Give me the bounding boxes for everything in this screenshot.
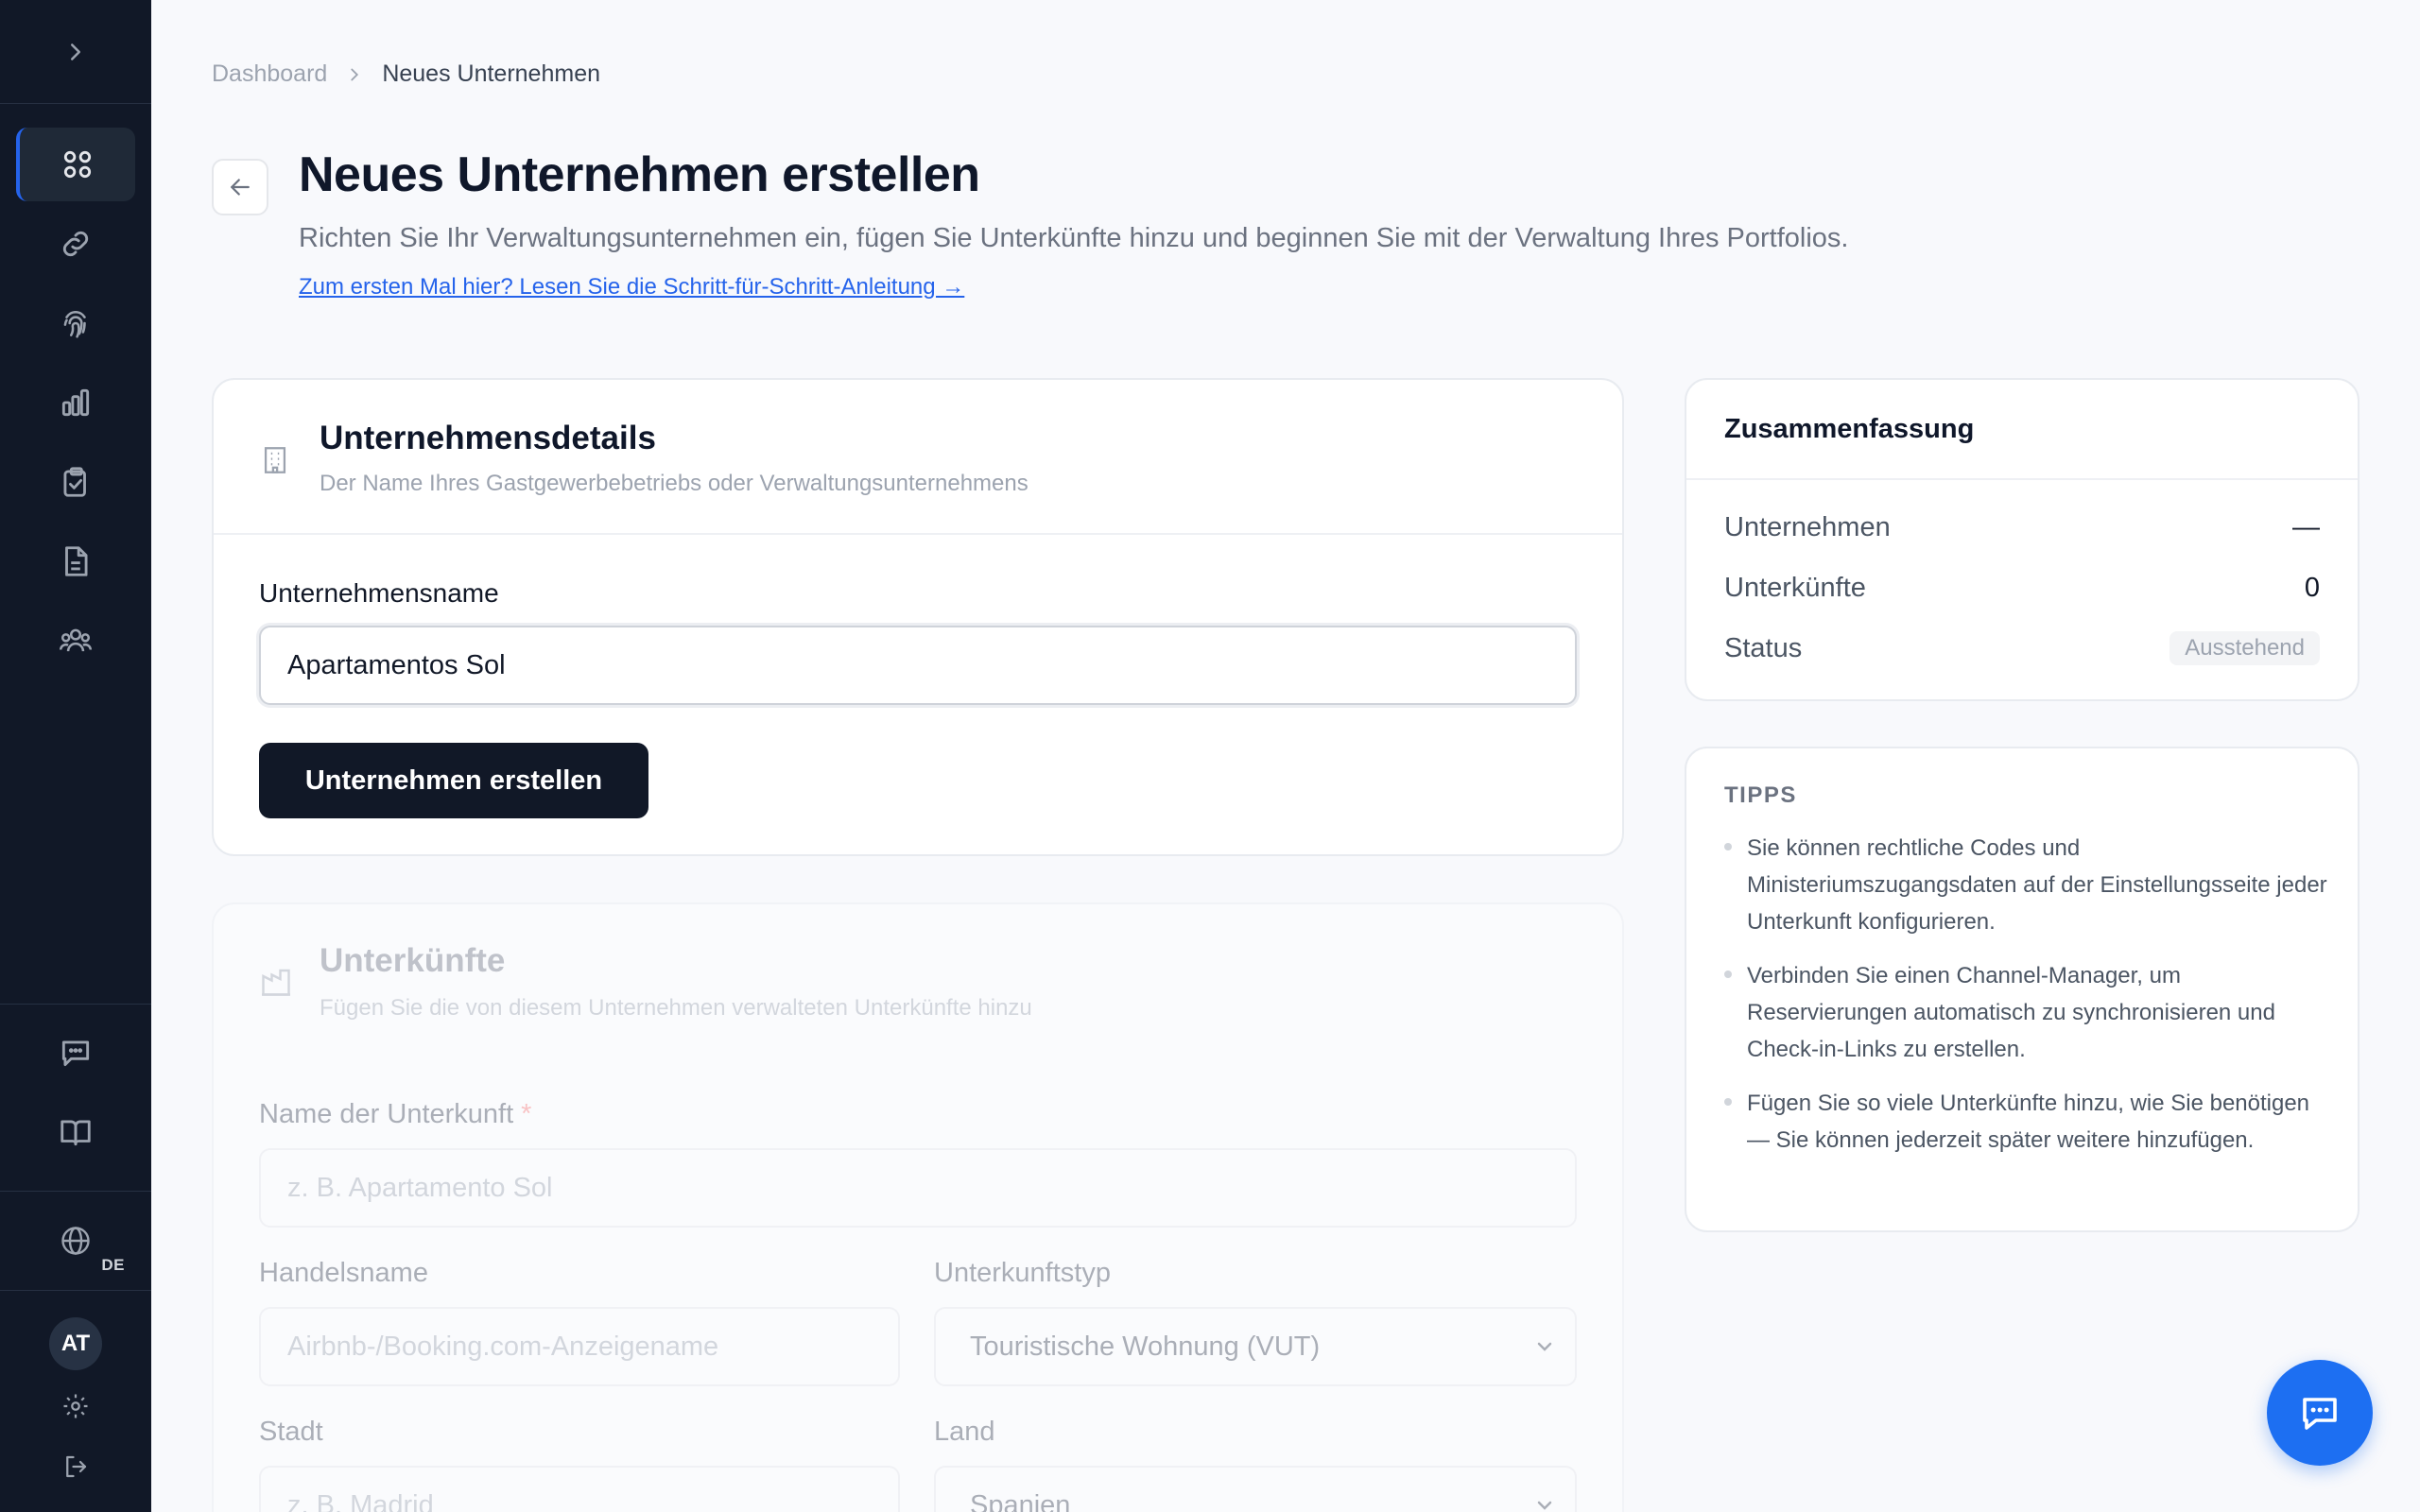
chat-icon xyxy=(2303,1398,2337,1430)
sidebar-help-group xyxy=(0,1004,151,1175)
sidebar-item-documents[interactable] xyxy=(16,524,135,598)
chat-icon xyxy=(61,1040,90,1067)
sidebar-item-team[interactable] xyxy=(16,604,135,678)
hotel-icon xyxy=(262,969,290,996)
logout-icon xyxy=(66,1455,87,1478)
language-code: DE xyxy=(101,1256,125,1274)
sidebar-item-links[interactable] xyxy=(16,207,135,281)
tips-list: Sie können rechtliche Codes und Minister… xyxy=(1724,830,2329,1176)
fingerprint-icon xyxy=(63,311,86,338)
properties-card: Unterkünfte Fügen Sie die von diesem Unt… xyxy=(212,902,1624,1512)
language-switcher[interactable]: DE xyxy=(0,1191,151,1290)
property-name-placeholder: z. B. Apartamento Sol xyxy=(287,1172,553,1203)
sidebar-item-tasks[interactable] xyxy=(16,445,135,519)
page-title: Neues Unternehmen erstellen xyxy=(299,147,980,202)
city-label: Stadt xyxy=(259,1417,323,1447)
sidebar-item-dashboard[interactable] xyxy=(16,128,135,201)
chevron-down-icon xyxy=(1537,1342,1552,1351)
company-card-subtitle: Der Name Ihres Gastgewerbebetriebs oder … xyxy=(320,471,1028,496)
users-icon xyxy=(59,628,93,652)
summary-title: Zusammenfassung xyxy=(1724,414,1975,444)
back-button[interactable] xyxy=(212,159,268,215)
company-card-title: Unternehmensdetails xyxy=(320,420,656,456)
country-value: Spanien xyxy=(970,1489,1071,1512)
arrow-left-icon xyxy=(231,179,250,196)
bar-chart-icon xyxy=(61,388,90,417)
settings-button[interactable] xyxy=(57,1387,95,1425)
sidebar-item-feedback[interactable] xyxy=(16,1016,135,1090)
summary-label: Unternehmen xyxy=(1724,512,1891,542)
grid-icon xyxy=(63,150,92,179)
guide-link[interactable]: Zum ersten Mal hier? Lesen Sie die Schri… xyxy=(299,274,964,301)
document-icon xyxy=(65,546,88,576)
sidebar: DE AT xyxy=(0,0,151,1512)
city-input[interactable]: z. B. Madrid xyxy=(259,1466,900,1512)
globe-icon xyxy=(61,1227,90,1255)
breadcrumb-dashboard-link[interactable]: Dashboard xyxy=(212,60,327,88)
sidebar-user-group: AT xyxy=(0,1290,151,1512)
sidebar-expand-button[interactable] xyxy=(0,0,151,104)
sidebar-nav xyxy=(0,104,151,683)
summary-label: Status xyxy=(1724,632,1803,663)
status-badge: Ausstehend xyxy=(2169,631,2320,665)
list-item: Verbinden Sie einen Channel-Manager, um … xyxy=(1724,957,2329,1068)
main-content: Dashboard Neues Unternehmen Neues Untern… xyxy=(151,0,2420,1512)
link-icon xyxy=(62,231,89,257)
trade-name-placeholder: Airbnb-/Booking.com-Anzeigename xyxy=(287,1331,719,1362)
summary-row-properties: Unterkünfte 0 xyxy=(1724,573,2320,604)
card-header: Unternehmensdetails Der Name Ihres Gastg… xyxy=(214,380,1622,535)
summary-card: Zusammenfassung Unternehmen — Unterkünft… xyxy=(1685,378,2360,701)
chevron-right-icon xyxy=(344,64,365,85)
sidebar-item-docs[interactable] xyxy=(16,1095,135,1169)
company-details-card: Unternehmensdetails Der Name Ihres Gastg… xyxy=(212,378,1624,856)
summary-row-company: Unternehmen — xyxy=(1724,512,2320,543)
breadcrumb: Dashboard Neues Unternehmen xyxy=(212,60,600,88)
property-name-input[interactable]: z. B. Apartamento Sol xyxy=(259,1148,1577,1228)
property-name-label-text: Name der Unterkunft xyxy=(259,1099,514,1129)
logout-button[interactable] xyxy=(57,1448,95,1486)
list-item: Sie können rechtliche Codes und Minister… xyxy=(1724,830,2329,940)
country-select[interactable]: Spanien xyxy=(934,1466,1577,1512)
gear-icon xyxy=(63,1394,88,1418)
chat-support-button[interactable] xyxy=(2267,1360,2373,1466)
summary-row-status: Status Ausstehend xyxy=(1724,631,2320,665)
summary-value: — xyxy=(2292,512,2320,542)
tips-card: TIPPS Sie können rechtliche Codes und Mi… xyxy=(1685,747,2360,1232)
list-item: Fügen Sie so viele Unterkünfte hinzu, wi… xyxy=(1724,1085,2329,1159)
page-subtitle: Richten Sie Ihr Verwaltungsunternehmen e… xyxy=(299,223,1849,253)
summary-divider xyxy=(1686,478,2358,480)
property-type-label: Unterkunftstyp xyxy=(934,1258,1111,1288)
chevron-down-icon xyxy=(1537,1501,1552,1510)
company-name-input[interactable] xyxy=(259,626,1577,705)
summary-label: Unterkünfte xyxy=(1724,573,1866,603)
country-label: Land xyxy=(934,1417,995,1447)
breadcrumb-current: Neues Unternehmen xyxy=(382,60,601,87)
clipboard-check-icon xyxy=(63,467,86,497)
sidebar-item-analytics[interactable] xyxy=(16,366,135,439)
chevron-right-icon xyxy=(71,43,80,60)
language-button: DE xyxy=(47,1212,125,1274)
building-icon xyxy=(264,447,286,473)
company-name-label: Unternehmensname xyxy=(259,578,499,608)
book-open-icon xyxy=(60,1120,91,1146)
trade-name-label: Handelsname xyxy=(259,1258,428,1288)
avatar[interactable]: AT xyxy=(49,1317,102,1370)
tips-title: TIPPS xyxy=(1724,782,1797,808)
property-type-select[interactable]: Touristische Wohnung (VUT) xyxy=(934,1307,1577,1386)
property-type-value: Touristische Wohnung (VUT) xyxy=(970,1331,1321,1362)
property-name-label: Name der Unterkunft * xyxy=(259,1099,531,1130)
city-placeholder: z. B. Madrid xyxy=(287,1489,434,1512)
properties-card-title: Unterkünfte xyxy=(320,942,506,979)
properties-card-subtitle: Fügen Sie die von diesem Unternehmen ver… xyxy=(320,995,1032,1021)
create-company-button[interactable]: Unternehmen erstellen xyxy=(259,743,648,818)
sidebar-item-identity[interactable] xyxy=(16,286,135,360)
summary-value: 0 xyxy=(2304,573,2320,603)
trade-name-input[interactable]: Airbnb-/Booking.com-Anzeigename xyxy=(259,1307,900,1386)
required-marker: * xyxy=(521,1099,532,1129)
